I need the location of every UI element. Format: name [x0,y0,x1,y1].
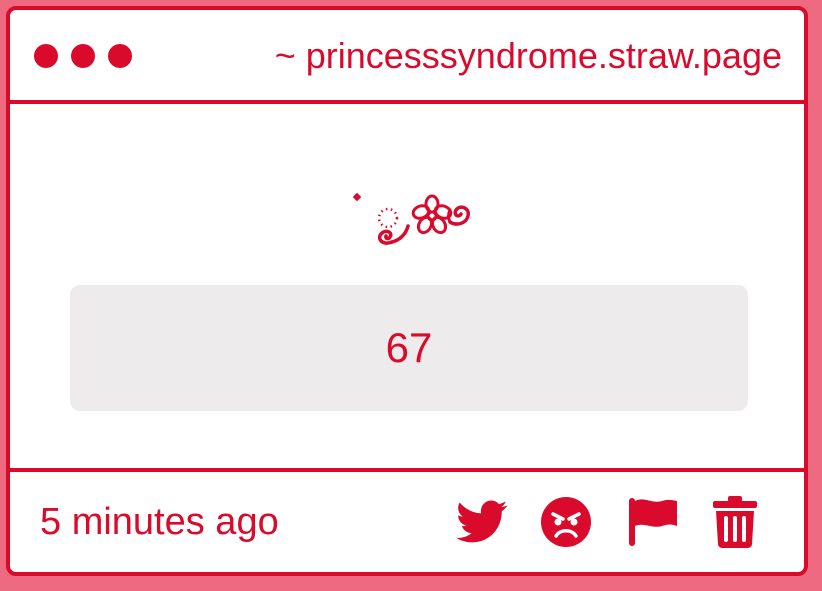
close-dot[interactable] [34,44,58,68]
window-titlebar: ~ princesssyndrome.straw.page [10,10,804,104]
message-content: 67 [10,104,804,468]
maximize-dot[interactable] [108,44,132,68]
card-footer: 5 minutes ago [10,468,804,572]
twitter-icon[interactable] [456,500,508,544]
minimize-dot[interactable] [71,44,95,68]
flag-icon[interactable] [626,496,680,548]
flower-swirl-icon [352,192,470,245]
message-value-box: 67 [70,285,748,411]
timestamp: 5 minutes ago [40,501,279,543]
window-controls [34,44,132,68]
trash-icon[interactable] [712,496,758,548]
angry-face-icon[interactable] [540,496,592,548]
message-card: ~ princesssyndrome.straw.page 67 5 minut… [6,6,808,576]
message-value: 67 [385,324,433,371]
page-url-label[interactable]: ~ princesssyndrome.straw.page [275,34,782,78]
